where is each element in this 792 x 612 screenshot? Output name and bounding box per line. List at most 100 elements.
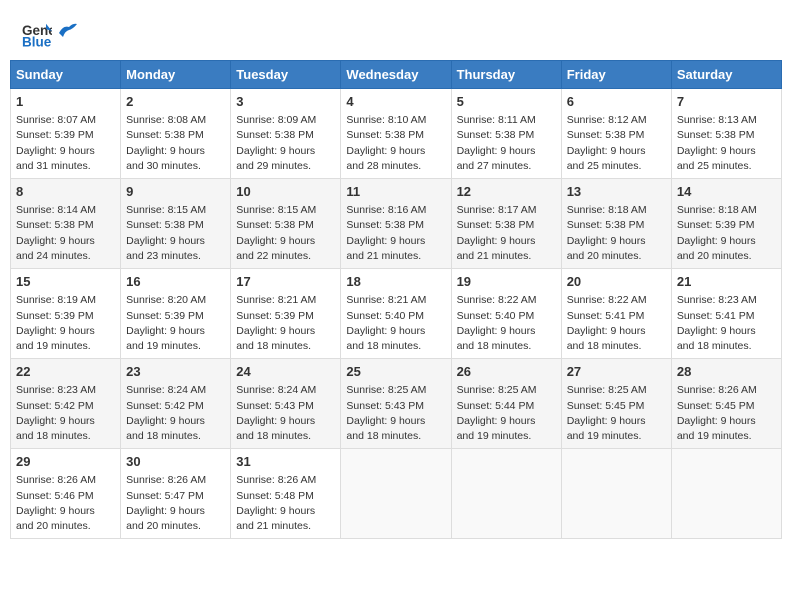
calendar-cell: 27Sunrise: 8:25 AMSunset: 5:45 PMDayligh… [561, 359, 671, 449]
calendar-cell: 25 Sunrise: 8:25 AMSunset: 5:43 PMDayligh… [341, 359, 451, 449]
day-number: 14 [677, 183, 776, 201]
calendar-cell: 23 Sunrise: 8:24 AMSunset: 5:42 PMDayligh… [121, 359, 231, 449]
day-info: Sunrise: 8:25 AMSunset: 5:43 PMDaylight:… [346, 383, 445, 444]
day-info: Sunrise: 8:09 AMSunset: 5:38 PMDaylight:… [236, 113, 335, 174]
logo-icon: General Blue [22, 20, 52, 50]
day-number: 18 [346, 273, 445, 291]
day-number: 17 [236, 273, 335, 291]
calendar-cell: 2 Sunrise: 8:08 AMSunset: 5:38 PMDaylight… [121, 89, 231, 179]
calendar-cell: 21 Sunrise: 8:23 AMSunset: 5:41 PMDayligh… [671, 269, 781, 359]
day-info: Sunrise: 8:11 AMSunset: 5:38 PMDaylight:… [457, 113, 556, 174]
day-number: 25 [346, 363, 445, 381]
day-info: Sunrise: 8:22 AMSunset: 5:40 PMDaylight:… [457, 293, 556, 354]
calendar-cell: 12 Sunrise: 8:17 AMSunset: 5:38 PMDayligh… [451, 179, 561, 269]
day-number: 9 [126, 183, 225, 201]
day-number: 11 [346, 183, 445, 201]
logo-bird-icon [55, 19, 77, 41]
day-number: 8 [16, 183, 115, 201]
calendar-cell: 31Sunrise: 8:26 AMSunset: 5:48 PMDayligh… [231, 449, 341, 539]
calendar-day-header: Wednesday [341, 61, 451, 89]
calendar-cell: 14 Sunrise: 8:18 AMSunset: 5:39 PMDayligh… [671, 179, 781, 269]
calendar-cell: 3Sunrise: 8:09 AMSunset: 5:38 PMDaylight… [231, 89, 341, 179]
day-number: 1 [16, 93, 115, 111]
calendar-cell: 19 Sunrise: 8:22 AMSunset: 5:40 PMDayligh… [451, 269, 561, 359]
day-number: 7 [677, 93, 776, 111]
day-number: 16 [126, 273, 225, 291]
calendar-week-row: 15 Sunrise: 8:19 AMSunset: 5:39 PMDayligh… [11, 269, 782, 359]
calendar-cell [561, 449, 671, 539]
calendar-cell: 13 Sunrise: 8:18 AMSunset: 5:38 PMDayligh… [561, 179, 671, 269]
calendar-cell: 30 Sunrise: 8:26 AMSunset: 5:47 PMDayligh… [121, 449, 231, 539]
day-number: 21 [677, 273, 776, 291]
calendar-day-header: Friday [561, 61, 671, 89]
calendar-cell: 18 Sunrise: 8:21 AMSunset: 5:40 PMDayligh… [341, 269, 451, 359]
day-info: Sunrise: 8:15 AMSunset: 5:38 PMDaylight:… [126, 203, 225, 264]
day-info: Sunrise: 8:26 AMSunset: 5:47 PMDaylight:… [126, 473, 225, 534]
calendar-cell: 24Sunrise: 8:24 AMSunset: 5:43 PMDayligh… [231, 359, 341, 449]
calendar-header-row: SundayMondayTuesdayWednesdayThursdayFrid… [11, 61, 782, 89]
day-info: Sunrise: 8:17 AMSunset: 5:38 PMDaylight:… [457, 203, 556, 264]
day-info: Sunrise: 8:21 AMSunset: 5:40 PMDaylight:… [346, 293, 445, 354]
logo: General Blue [20, 20, 77, 50]
day-info: Sunrise: 8:24 AMSunset: 5:43 PMDaylight:… [236, 383, 335, 444]
calendar-week-row: 8 Sunrise: 8:14 AMSunset: 5:38 PMDaylight… [11, 179, 782, 269]
calendar-cell: 10Sunrise: 8:15 AMSunset: 5:38 PMDayligh… [231, 179, 341, 269]
calendar-cell: 1 Sunrise: 8:07 AMSunset: 5:39 PMDaylight… [11, 89, 121, 179]
day-info: Sunrise: 8:22 AMSunset: 5:41 PMDaylight:… [567, 293, 666, 354]
calendar-table: SundayMondayTuesdayWednesdayThursdayFrid… [10, 60, 782, 539]
day-number: 2 [126, 93, 225, 111]
day-number: 29 [16, 453, 115, 471]
day-info: Sunrise: 8:10 AMSunset: 5:38 PMDaylight:… [346, 113, 445, 174]
page-header: General Blue [10, 10, 782, 55]
day-info: Sunrise: 8:19 AMSunset: 5:39 PMDaylight:… [16, 293, 115, 354]
day-number: 15 [16, 273, 115, 291]
day-info: Sunrise: 8:26 AMSunset: 5:46 PMDaylight:… [16, 473, 115, 534]
day-info: Sunrise: 8:26 AMSunset: 5:45 PMDaylight:… [677, 383, 776, 444]
day-number: 26 [457, 363, 556, 381]
day-info: Sunrise: 8:07 AMSunset: 5:39 PMDaylight:… [16, 113, 115, 174]
day-number: 13 [567, 183, 666, 201]
calendar-cell: 29 Sunrise: 8:26 AMSunset: 5:46 PMDayligh… [11, 449, 121, 539]
day-number: 31 [236, 453, 335, 471]
day-info: Sunrise: 8:23 AMSunset: 5:42 PMDaylight:… [16, 383, 115, 444]
day-number: 5 [457, 93, 556, 111]
calendar-day-header: Monday [121, 61, 231, 89]
calendar-week-row: 1 Sunrise: 8:07 AMSunset: 5:39 PMDaylight… [11, 89, 782, 179]
day-number: 22 [16, 363, 115, 381]
day-info: Sunrise: 8:08 AMSunset: 5:38 PMDaylight:… [126, 113, 225, 174]
calendar-cell [671, 449, 781, 539]
calendar-cell [341, 449, 451, 539]
calendar-cell: 20 Sunrise: 8:22 AMSunset: 5:41 PMDayligh… [561, 269, 671, 359]
day-number: 30 [126, 453, 225, 471]
calendar-day-header: Thursday [451, 61, 561, 89]
day-info: Sunrise: 8:24 AMSunset: 5:42 PMDaylight:… [126, 383, 225, 444]
day-info: Sunrise: 8:18 AMSunset: 5:39 PMDaylight:… [677, 203, 776, 264]
calendar-cell: 8 Sunrise: 8:14 AMSunset: 5:38 PMDaylight… [11, 179, 121, 269]
day-number: 6 [567, 93, 666, 111]
day-info: Sunrise: 8:12 AMSunset: 5:38 PMDaylight:… [567, 113, 666, 174]
calendar-cell: 6 Sunrise: 8:12 AMSunset: 5:38 PMDaylight… [561, 89, 671, 179]
day-info: Sunrise: 8:23 AMSunset: 5:41 PMDaylight:… [677, 293, 776, 354]
svg-text:Blue: Blue [22, 34, 52, 49]
day-number: 20 [567, 273, 666, 291]
day-info: Sunrise: 8:13 AMSunset: 5:38 PMDaylight:… [677, 113, 776, 174]
calendar-week-row: 22 Sunrise: 8:23 AMSunset: 5:42 PMDayligh… [11, 359, 782, 449]
calendar-week-row: 29 Sunrise: 8:26 AMSunset: 5:46 PMDayligh… [11, 449, 782, 539]
day-info: Sunrise: 8:16 AMSunset: 5:38 PMDaylight:… [346, 203, 445, 264]
day-info: Sunrise: 8:25 AMSunset: 5:44 PMDaylight:… [457, 383, 556, 444]
calendar-cell: 22 Sunrise: 8:23 AMSunset: 5:42 PMDayligh… [11, 359, 121, 449]
day-number: 19 [457, 273, 556, 291]
day-info: Sunrise: 8:21 AMSunset: 5:39 PMDaylight:… [236, 293, 335, 354]
day-info: Sunrise: 8:14 AMSunset: 5:38 PMDaylight:… [16, 203, 115, 264]
day-number: 10 [236, 183, 335, 201]
calendar-day-header: Tuesday [231, 61, 341, 89]
calendar-cell: 4Sunrise: 8:10 AMSunset: 5:38 PMDaylight… [341, 89, 451, 179]
calendar-cell: 26 Sunrise: 8:25 AMSunset: 5:44 PMDayligh… [451, 359, 561, 449]
day-number: 27 [567, 363, 666, 381]
day-number: 12 [457, 183, 556, 201]
day-number: 28 [677, 363, 776, 381]
day-info: Sunrise: 8:18 AMSunset: 5:38 PMDaylight:… [567, 203, 666, 264]
calendar-cell: 16Sunrise: 8:20 AMSunset: 5:39 PMDayligh… [121, 269, 231, 359]
day-number: 23 [126, 363, 225, 381]
calendar-cell [451, 449, 561, 539]
